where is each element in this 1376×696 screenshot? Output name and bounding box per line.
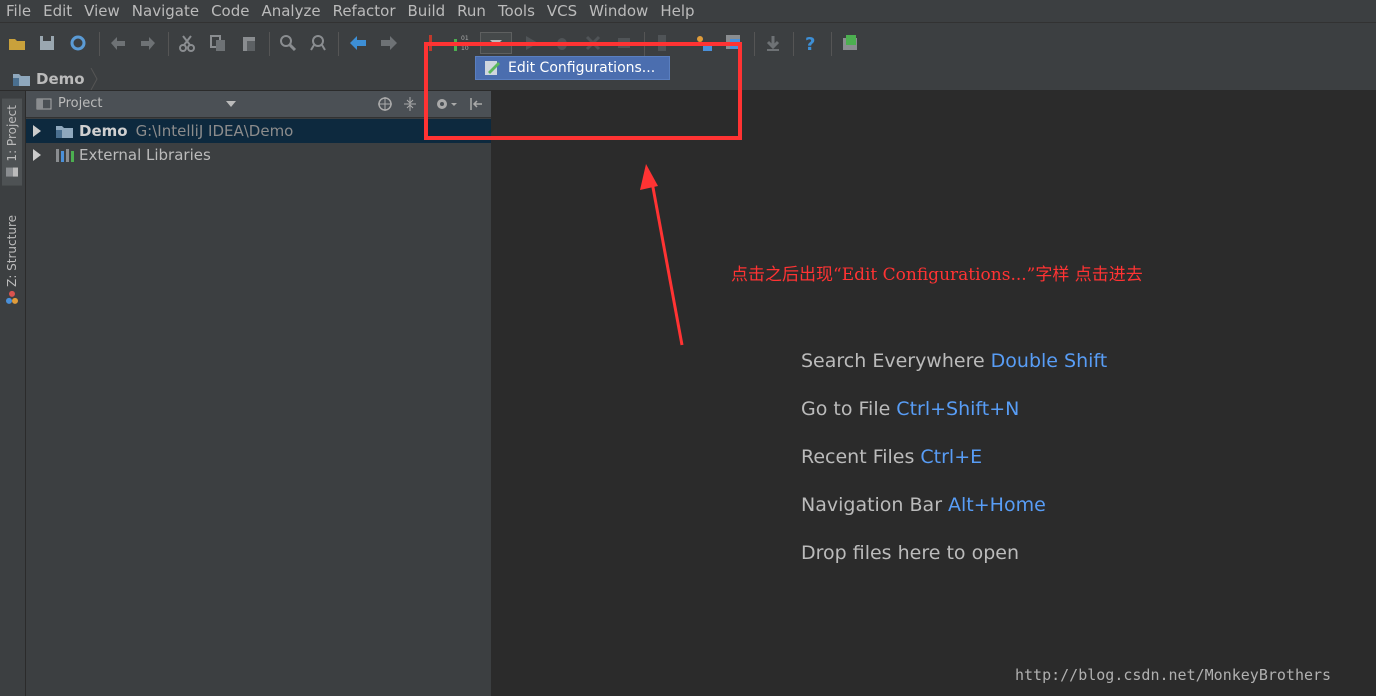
open-folder-icon[interactable] <box>7 33 27 53</box>
edit-configurations-icon <box>485 61 500 75</box>
undo-icon[interactable] <box>108 33 128 53</box>
project-panel-header: Project <box>26 91 491 118</box>
tree-row-demo[interactable]: Demo G:\IntelliJ IDEA\Demo <box>26 119 491 143</box>
menu-bar: File Edit View Navigate Code Analyze Ref… <box>0 0 1376 22</box>
tree-item-path: G:\IntelliJ IDEA\Demo <box>135 122 294 140</box>
menu-refactor[interactable]: Refactor <box>327 0 402 22</box>
download-icon[interactable] <box>763 33 783 53</box>
menu-navigate[interactable]: Navigate <box>126 0 205 22</box>
hint-go-to-file: Go to File Ctrl+Shift+N <box>801 398 1019 420</box>
structure-tab-icon <box>6 290 18 304</box>
expand-arrow-icon[interactable] <box>33 149 41 161</box>
menu-file[interactable]: File <box>0 0 37 22</box>
hint-shortcut: Ctrl+E <box>920 446 983 468</box>
hint-label: Recent Files <box>801 446 915 468</box>
forward-icon[interactable] <box>379 33 399 53</box>
project-panel-title: Project <box>58 96 103 111</box>
hint-navigation-bar: Navigation Bar Alt+Home <box>801 494 1046 516</box>
annotation-arrow <box>640 164 684 346</box>
hint-label: Drop files here to open <box>801 542 1020 564</box>
tab-structure[interactable]: Z: Structure <box>2 209 22 311</box>
breadcrumb-separator-icon <box>90 68 98 90</box>
android-monitor-icon[interactable] <box>840 33 860 53</box>
menu-tools[interactable]: Tools <box>492 0 541 22</box>
hint-search-everywhere: Search Everywhere Double Shift <box>801 350 1107 372</box>
hint-drop-files: Drop files here to open <box>801 542 1019 564</box>
menu-help[interactable]: Help <box>654 0 700 22</box>
tab-project-label: 1: Project <box>5 105 19 162</box>
help-icon[interactable]: ? <box>801 33 821 53</box>
menu-build[interactable]: Build <box>402 0 452 22</box>
collapse-all-icon[interactable] <box>401 95 419 113</box>
watermark: http://blog.csdn.net/MonkeyBrothers <box>1015 666 1332 684</box>
menu-edit[interactable]: Edit <box>37 0 78 22</box>
replace-icon[interactable] <box>308 33 328 53</box>
edit-configurations-label: Edit Configurations... <box>508 60 656 76</box>
menu-vcs[interactable]: VCS <box>541 0 583 22</box>
project-panel: Project Demo G:\IntelliJ IDEA\Demo Exter… <box>26 91 492 696</box>
menu-view[interactable]: View <box>78 0 126 22</box>
tree-item-label: External Libraries <box>79 146 211 164</box>
hint-shortcut: Alt+Home <box>948 494 1046 516</box>
copy-icon[interactable] <box>208 33 228 53</box>
library-icon <box>56 149 74 162</box>
module-folder-icon <box>56 126 73 138</box>
hint-label: Go to File <box>801 398 891 420</box>
module-folder-icon <box>13 74 30 86</box>
expand-arrow-icon[interactable] <box>33 125 41 137</box>
sync-icon[interactable] <box>68 33 88 53</box>
annotation-text: 点击之后出现“Edit Configurations...”字样 点击进去 <box>731 265 1143 285</box>
paste-icon[interactable] <box>239 33 259 53</box>
editor-area <box>492 91 1376 696</box>
hint-label: Search Everywhere <box>801 350 985 372</box>
menu-window[interactable]: Window <box>583 0 654 22</box>
menu-run[interactable]: Run <box>451 0 492 22</box>
menu-code[interactable]: Code <box>205 0 255 22</box>
left-tool-strip: 1: Project Z: Structure <box>0 91 26 696</box>
chevron-down-icon <box>226 100 237 107</box>
tab-project[interactable]: 1: Project <box>2 99 22 186</box>
hint-shortcut: Double Shift <box>990 350 1108 372</box>
breadcrumb[interactable]: Demo <box>12 68 99 90</box>
project-view-icon <box>36 98 52 109</box>
menu-analyze[interactable]: Analyze <box>255 0 326 22</box>
project-tab-icon <box>6 167 18 177</box>
tab-structure-label: Z: Structure <box>5 215 19 287</box>
cut-icon[interactable] <box>177 33 197 53</box>
edit-configurations-menu-item[interactable]: Edit Configurations... <box>475 56 670 80</box>
hint-recent-files: Recent Files Ctrl+E <box>801 446 982 468</box>
redo-icon[interactable] <box>138 33 158 53</box>
tree-row-external-libraries[interactable]: External Libraries <box>26 143 491 167</box>
locate-icon[interactable] <box>376 95 394 113</box>
svg-text:?: ? <box>805 34 815 53</box>
back-icon[interactable] <box>348 33 368 53</box>
tree-item-label: Demo <box>79 122 128 140</box>
find-icon[interactable] <box>278 33 298 53</box>
breadcrumb-item-demo[interactable]: Demo <box>36 70 85 88</box>
hint-shortcut: Ctrl+Shift+N <box>896 398 1020 420</box>
save-icon[interactable] <box>37 33 57 53</box>
svg-text:01: 01 <box>461 35 469 42</box>
project-view-selector[interactable]: Project <box>36 96 237 111</box>
hint-label: Navigation Bar <box>801 494 943 516</box>
